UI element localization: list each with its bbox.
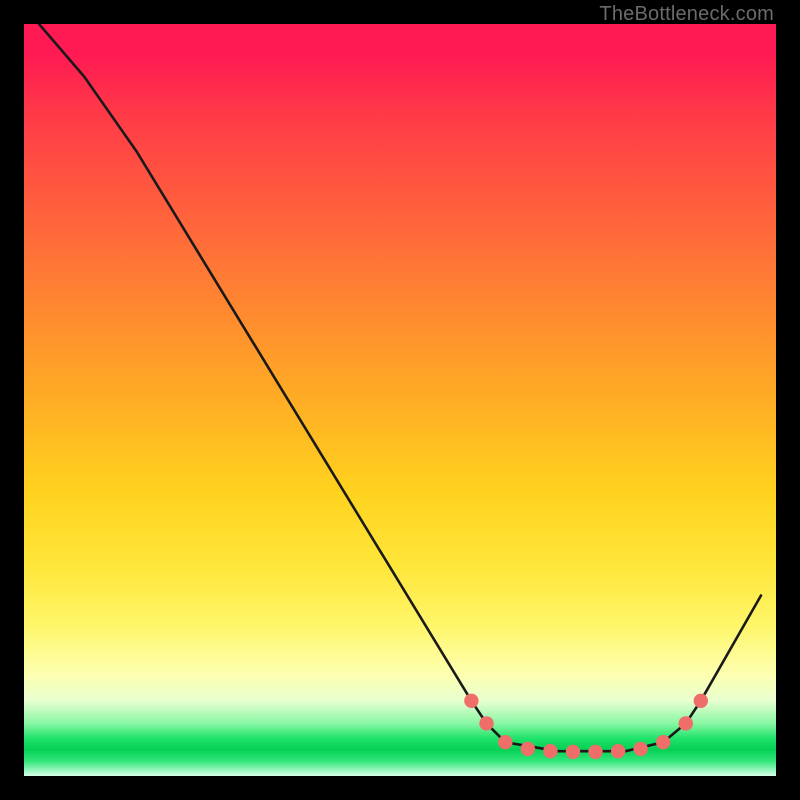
attribution-label: TheBottleneck.com bbox=[599, 3, 774, 26]
data-marker bbox=[694, 694, 708, 708]
chart-frame: TheBottleneck.com bbox=[0, 0, 800, 800]
data-marker bbox=[679, 716, 693, 730]
bottleneck-curve bbox=[24, 24, 776, 776]
data-marker bbox=[543, 744, 557, 758]
data-marker bbox=[611, 744, 625, 758]
data-marker bbox=[566, 745, 580, 759]
plot-area bbox=[24, 24, 776, 776]
data-marker bbox=[633, 742, 647, 756]
data-marker bbox=[479, 716, 493, 730]
data-marker bbox=[498, 735, 512, 749]
data-marker bbox=[464, 694, 478, 708]
data-marker bbox=[588, 745, 602, 759]
data-marker bbox=[656, 735, 670, 749]
data-marker bbox=[521, 742, 535, 756]
